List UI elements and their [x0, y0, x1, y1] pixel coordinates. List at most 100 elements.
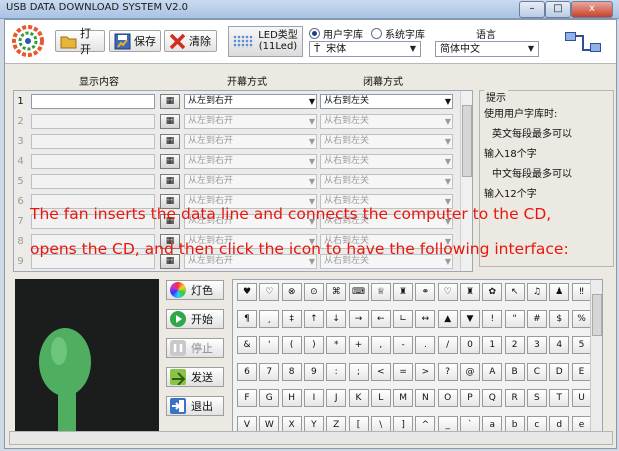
led-type-button[interactable]: LED类型 (11Led): [228, 26, 303, 57]
symbol-key[interactable]: &: [237, 336, 257, 354]
open-mode-select[interactable]: 从左到右开 ▼: [184, 94, 317, 109]
symbol-key[interactable]: ▲: [437, 309, 458, 328]
symbol-key[interactable]: ": [504, 309, 525, 328]
symbol-key[interactable]: J: [326, 389, 347, 407]
symbol-key[interactable]: N: [415, 389, 436, 407]
scroll-thumb[interactable]: [592, 294, 602, 336]
symbol-key[interactable]: +: [348, 336, 369, 354]
symbol-key[interactable]: <: [370, 362, 391, 381]
exit-button[interactable]: 退出: [166, 396, 224, 416]
clear-button[interactable]: 清除: [164, 30, 217, 52]
symbol-key[interactable]: G: [259, 389, 280, 407]
open-button[interactable]: 打开: [55, 27, 105, 56]
open-mode-select[interactable]: 从左到右开 ▼: [184, 114, 317, 129]
close-button[interactable]: x: [571, 1, 613, 18]
symbol-key[interactable]: ▼: [460, 309, 480, 328]
symbol-key[interactable]: L: [370, 389, 391, 407]
symbol-key[interactable]: $: [549, 309, 570, 328]
symbol-key[interactable]: 8: [281, 362, 302, 381]
open-mode-select[interactable]: 从左到右开 ▼: [184, 154, 317, 169]
symbol-key[interactable]: 0: [460, 336, 480, 354]
symbol-key[interactable]: 1: [482, 336, 503, 354]
symbol-key[interactable]: >: [415, 362, 436, 381]
symbol-key[interactable]: R: [504, 389, 525, 407]
user-font-radio[interactable]: 用户字库: [309, 26, 363, 41]
content-input[interactable]: [31, 134, 155, 149]
symbol-key[interactable]: =: [393, 362, 414, 381]
symbol-key[interactable]: ⊗: [281, 283, 302, 301]
symbol-key[interactable]: -: [393, 336, 414, 354]
symbol-key[interactable]: ,: [370, 336, 391, 354]
scroll-thumb[interactable]: [462, 105, 472, 177]
save-button[interactable]: 保存: [109, 30, 161, 52]
row-edit-icon[interactable]: ▦: [160, 114, 180, 129]
symbol-key[interactable]: ♡: [437, 283, 458, 301]
content-input[interactable]: [31, 174, 155, 189]
symbol-key[interactable]: ♫: [526, 283, 547, 301]
symbol-key[interactable]: ♜: [460, 283, 480, 301]
send-button[interactable]: 发送: [166, 367, 224, 387]
symbol-key[interactable]: !: [482, 309, 503, 328]
keyboard-scrollbar[interactable]: [590, 280, 602, 443]
row-edit-icon[interactable]: ▦: [160, 174, 180, 189]
symbol-key[interactable]: %: [571, 309, 592, 328]
close-mode-select[interactable]: 从右到左关 ▼: [320, 134, 453, 149]
symbol-key[interactable]: 5: [571, 336, 592, 354]
symbol-key[interactable]: ↔: [415, 309, 436, 328]
content-input[interactable]: [31, 114, 155, 129]
symbol-key[interactable]: A: [482, 362, 503, 381]
symbol-key[interactable]: ←: [370, 309, 391, 328]
symbol-key[interactable]: ♕: [370, 283, 391, 301]
symbol-key[interactable]: ♥: [237, 283, 257, 301]
system-font-radio[interactable]: 系统字库: [371, 26, 425, 41]
symbol-key[interactable]: (: [281, 336, 302, 354]
symbol-key[interactable]: U: [571, 389, 592, 407]
symbol-key[interactable]: ¸: [259, 309, 280, 328]
language-select[interactable]: 简体中文 ▼: [435, 41, 539, 57]
symbol-key[interactable]: ♜: [393, 283, 414, 301]
open-mode-select[interactable]: 从左到右开 ▼: [184, 174, 317, 189]
row-edit-icon[interactable]: ▦: [160, 154, 180, 169]
symbol-key[interactable]: B: [504, 362, 525, 381]
color-button[interactable]: 灯色: [166, 280, 224, 300]
symbol-key[interactable]: S: [526, 389, 547, 407]
close-mode-select[interactable]: 从右到左关 ▼: [320, 154, 453, 169]
close-mode-select[interactable]: 从右到左关 ▼: [320, 114, 453, 129]
symbol-key[interactable]: 3: [526, 336, 547, 354]
symbol-key[interactable]: ⌘: [326, 283, 347, 301]
symbol-key[interactable]: ⚭: [415, 283, 436, 301]
symbol-key[interactable]: Q: [482, 389, 503, 407]
symbol-key[interactable]: .: [415, 336, 436, 354]
symbol-key[interactable]: :: [326, 362, 347, 381]
symbol-key[interactable]: T: [549, 389, 570, 407]
symbol-key[interactable]: C: [526, 362, 547, 381]
symbol-key[interactable]: ⌨: [348, 283, 369, 301]
start-button[interactable]: 开始: [166, 309, 224, 329]
symbol-key[interactable]: ↖: [504, 283, 525, 301]
symbol-key[interactable]: K: [348, 389, 369, 407]
font-select[interactable]: Ť 宋体 ▼: [309, 41, 421, 57]
symbol-key[interactable]: ¶: [237, 309, 257, 328]
symbol-key[interactable]: P: [460, 389, 480, 407]
content-input[interactable]: [31, 94, 155, 109]
symbol-key[interactable]: F: [237, 389, 257, 407]
open-mode-select[interactable]: 从左到右开 ▼: [184, 134, 317, 149]
symbol-key[interactable]: ⊙: [303, 283, 324, 301]
symbol-key[interactable]: ↑: [303, 309, 324, 328]
close-mode-select[interactable]: 从右到左关 ▼: [320, 174, 453, 189]
content-input[interactable]: [31, 154, 155, 169]
symbol-key[interactable]: ↓: [326, 309, 347, 328]
symbol-key[interactable]: ;: [348, 362, 369, 381]
symbol-key[interactable]: ‼: [571, 283, 592, 301]
symbol-key[interactable]: 7: [259, 362, 280, 381]
minimize-button[interactable]: –: [519, 1, 545, 18]
symbol-key[interactable]: *: [326, 336, 347, 354]
symbol-key[interactable]: O: [437, 389, 458, 407]
symbol-key[interactable]: ': [259, 336, 280, 354]
close-mode-select[interactable]: 从右到左关 ▼: [320, 94, 453, 109]
symbol-key[interactable]: D: [549, 362, 570, 381]
symbol-key[interactable]: @: [460, 362, 480, 381]
symbol-key[interactable]: 9: [303, 362, 324, 381]
symbol-key[interactable]: ‡: [281, 309, 302, 328]
symbol-key[interactable]: ∟: [393, 309, 414, 328]
